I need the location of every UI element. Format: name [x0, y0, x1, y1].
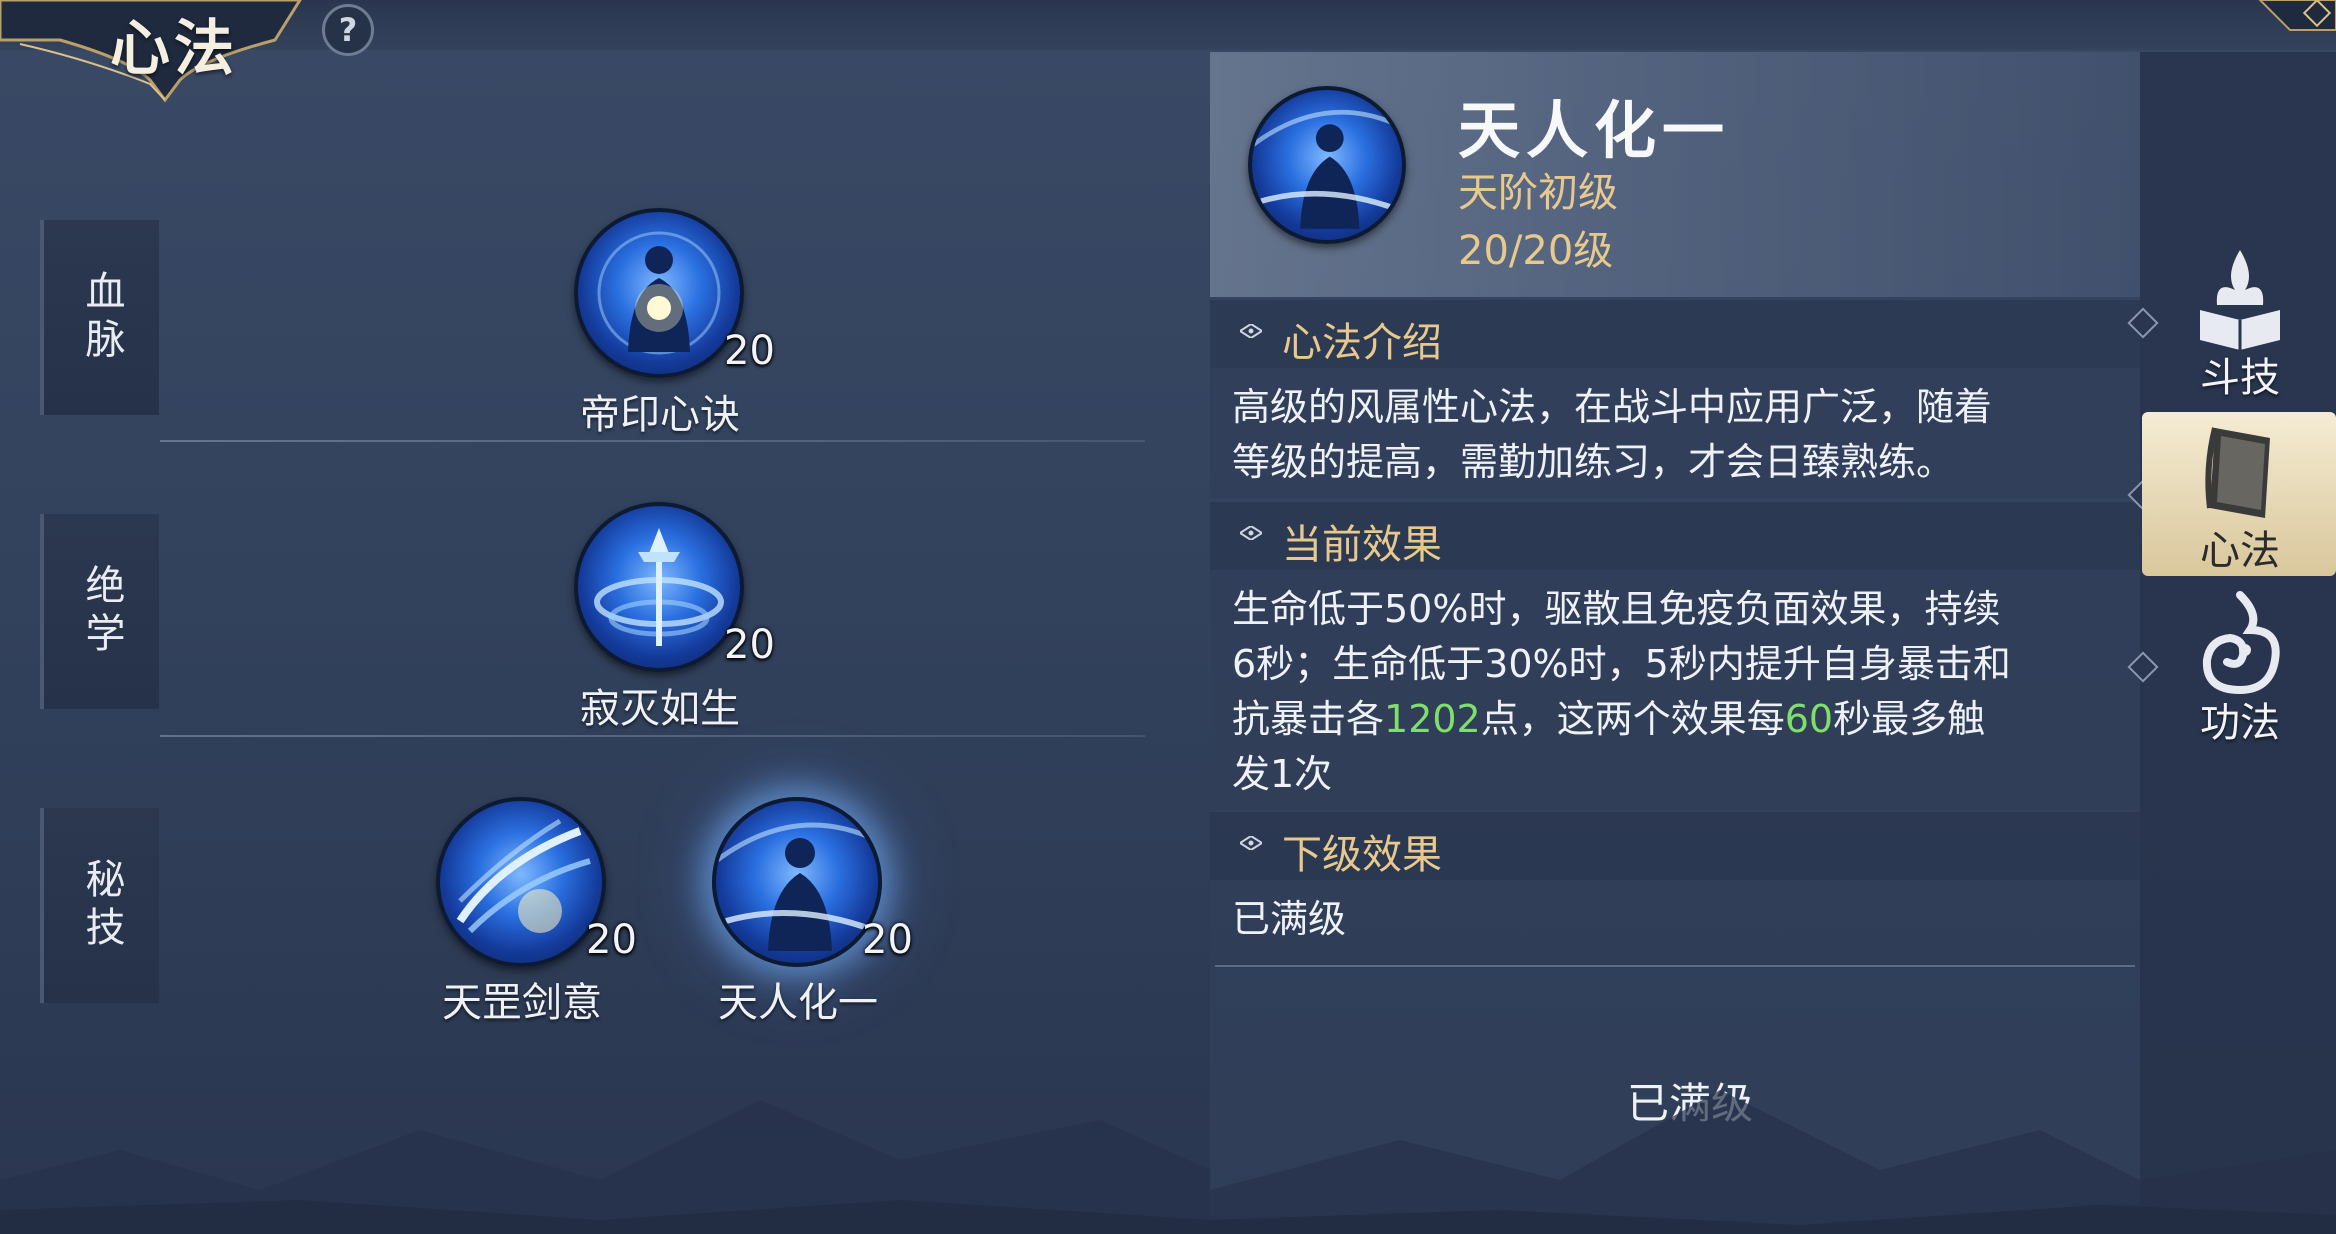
text-segment: 抗暴击各: [1232, 697, 1385, 741]
skill-slot[interactable]: 20: [574, 502, 775, 672]
detail-level-progress: 20/20级: [1458, 228, 1614, 274]
text-line: 生命低于50%时，驱散且免疫负面效果，持续: [1232, 587, 2001, 631]
skill-name: 寂灭如生: [580, 686, 740, 732]
category-tab-ultimate: 绝学: [40, 514, 159, 709]
highlight-value: 1202: [1384, 697, 1481, 741]
skill-level: 20: [862, 917, 913, 963]
next-effect-text: 已满级: [1232, 897, 1347, 941]
diamond-icon: [1240, 324, 1262, 338]
nav-item-mind-method[interactable]: 心法: [2145, 418, 2335, 578]
skill-name: 天人化一: [718, 980, 878, 1026]
human-unity-skill-icon: [712, 797, 882, 967]
skill-slot[interactable]: 20: [574, 208, 775, 378]
category-tab-secret: 秘技: [40, 808, 159, 1003]
skill-slot-selected[interactable]: 20: [712, 797, 913, 967]
text-line: 6秒；生命低于30%时，5秒内提升自身暴击和: [1232, 642, 2011, 686]
skill-name: 帝印心诀: [580, 392, 740, 438]
diamond-icon: [1240, 836, 1262, 850]
skill-level: 20: [586, 917, 637, 963]
nav-label: 功法: [2200, 700, 2280, 746]
section-header-intro: 心法介绍: [1210, 300, 2140, 368]
nav-item-combat[interactable]: 斗技: [2145, 245, 2335, 405]
category-label: 秘技: [78, 857, 125, 954]
section-header-next: 下级效果: [1210, 812, 2140, 880]
diamond-icon: [1240, 526, 1262, 540]
detail-title: 天人化一: [1458, 94, 1731, 167]
skill-name: 天罡剑意: [442, 980, 602, 1026]
skill-level: 20: [724, 622, 775, 668]
mountain-background: [0, 1090, 2336, 1234]
meditation-skill-icon: [574, 208, 744, 378]
sword-vortex-skill-icon: [574, 502, 744, 672]
nav-label: 斗技: [2200, 355, 2280, 401]
text-segment: 秒最多触: [1833, 697, 1986, 741]
skill-level: 20: [724, 328, 775, 374]
section-header-current: 当前效果: [1210, 502, 2140, 570]
section-title: 下级效果: [1282, 832, 1442, 878]
text-line: 等级的提高，需勤加练习，才会日臻熟练。: [1232, 440, 1955, 484]
section-title: 心法介绍: [1282, 320, 1442, 366]
category-label: 绝学: [78, 563, 125, 660]
human-unity-icon: [1248, 86, 1406, 244]
text-line: 高级的风属性心法，在战斗中应用广泛，随着: [1232, 385, 1993, 429]
book-icon: [2205, 427, 2270, 518]
corner-ornament: [2258, 0, 2336, 31]
text-segment: 点，这两个效果每: [1480, 697, 1785, 741]
flame-book-icon: [2200, 250, 2280, 350]
nav-item-technique[interactable]: 功法: [2145, 590, 2335, 750]
row-divider: [160, 735, 1145, 737]
help-button[interactable]: ?: [322, 4, 374, 56]
category-label: 血脉: [78, 269, 125, 366]
current-effect-text: 生命低于50%时，驱散且免疫负面效果，持续 6秒；生命低于30%时，5秒内提升自…: [1232, 582, 2122, 802]
section-divider: [1215, 965, 2135, 967]
text-line: 抗暴击各1202点，这两个效果每60秒最多触: [1232, 692, 2122, 747]
page-title: 心法: [110, 14, 238, 84]
swirl-flame-icon: [2202, 591, 2280, 695]
nav-label: 心法: [2200, 528, 2280, 574]
detail-skill-icon: [1248, 86, 1406, 244]
text-line: 发1次: [1232, 752, 1333, 796]
sword-intent-skill-icon: [436, 797, 606, 967]
intro-text: 高级的风属性心法，在战斗中应用广泛，随着 等级的提高，需勤加练习，才会日臻熟练。: [1232, 380, 2122, 490]
skill-slot[interactable]: 20: [436, 797, 637, 967]
detail-tier: 天阶初级: [1458, 170, 1618, 216]
category-tab-bloodline: 血脉: [40, 220, 159, 415]
highlight-value: 60: [1784, 697, 1834, 741]
section-title: 当前效果: [1282, 522, 1442, 568]
row-divider: [160, 440, 1145, 442]
